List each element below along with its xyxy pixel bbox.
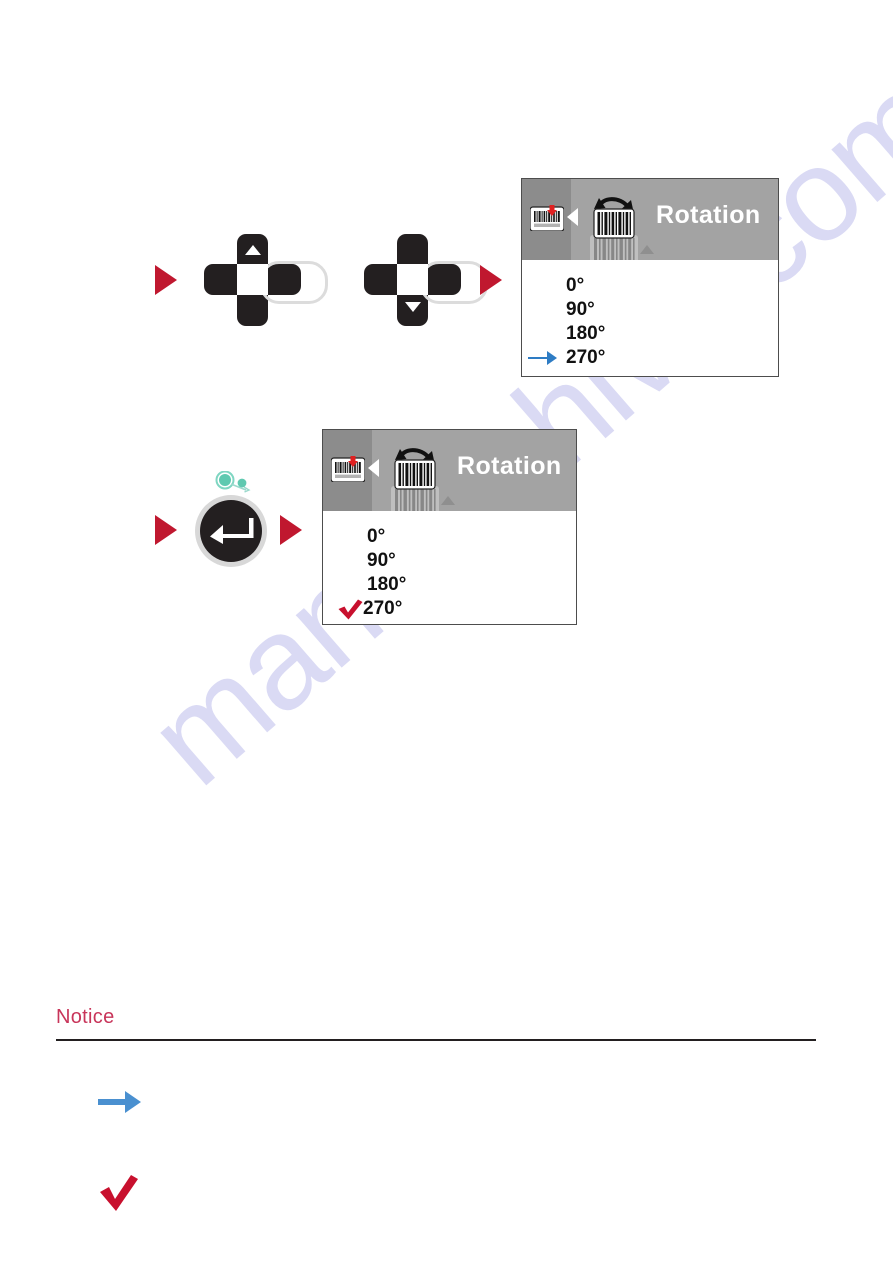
dpad-down[interactable] <box>364 234 488 326</box>
barcode-rotation-icon <box>387 446 443 496</box>
rotation-menu-screen-2: Rotation 0° 90° 180° 270° <box>322 429 577 625</box>
screen-header: Rotation <box>522 179 778 260</box>
barcode-marker-icon <box>330 456 366 483</box>
option-label: 270° <box>363 598 403 619</box>
notice-heading: Notice <box>56 1006 115 1028</box>
option-row-confirmed[interactable]: 270° <box>323 597 576 621</box>
option-label: 0° <box>566 275 585 296</box>
step-marker-1 <box>155 265 177 295</box>
barcode-marker-icon <box>529 205 565 232</box>
dpad-hub <box>237 264 268 295</box>
rotation-menu-screen-1: Rotation 0° 90° 180° 270° <box>521 178 779 377</box>
step-marker-2 <box>480 265 502 295</box>
blue-arrow-icon <box>526 346 560 370</box>
step-marker-3 <box>155 515 177 545</box>
step-marker-4 <box>280 515 302 545</box>
screen-title: Rotation <box>656 201 761 229</box>
option-label: 90° <box>566 299 595 320</box>
option-label: 90° <box>367 550 396 571</box>
dpad-halo <box>260 261 328 304</box>
caret-down-icon <box>441 496 455 505</box>
notice-divider <box>56 1039 816 1041</box>
option-row[interactable]: 180° <box>522 322 778 346</box>
option-label: 270° <box>566 347 606 368</box>
caret-down-icon <box>640 245 654 254</box>
option-row[interactable]: 180° <box>323 573 576 597</box>
screen-title: Rotation <box>457 452 562 480</box>
step-triangle-icon <box>480 265 502 295</box>
page-content: Rotation 0° 90° 180° 270° Rotation 0° 90… <box>0 0 893 1263</box>
caret-left-icon <box>567 208 578 226</box>
step-triangle-icon <box>155 265 177 295</box>
caret-left-icon <box>368 459 379 477</box>
step-triangle-icon <box>280 515 302 545</box>
option-label: 0° <box>367 526 386 547</box>
option-row[interactable]: 0° <box>323 525 576 549</box>
rotation-options-list: 0° 90° 180° 270° <box>323 511 576 621</box>
enter-button-control[interactable] <box>195 470 267 567</box>
dpad-down-control[interactable] <box>364 234 488 326</box>
enter-button[interactable] <box>195 495 267 567</box>
option-row-selected[interactable]: 270° <box>522 346 778 370</box>
arrow-up-icon <box>245 245 261 255</box>
rotation-options-list: 0° 90° 180° 270° <box>522 260 778 370</box>
barcode-rotation-icon <box>586 195 642 245</box>
step-triangle-icon <box>155 515 177 545</box>
screen-header: Rotation <box>323 430 576 511</box>
option-row[interactable]: 0° <box>522 274 778 298</box>
dpad-hub <box>397 264 428 295</box>
dpad-halo <box>420 261 488 304</box>
blue-arrow-icon <box>97 1085 143 1119</box>
option-row[interactable]: 90° <box>522 298 778 322</box>
arrow-down-icon <box>405 302 421 312</box>
enter-arrow-icon <box>209 517 254 545</box>
option-row[interactable]: 90° <box>323 549 576 573</box>
red-check-icon <box>98 1172 140 1214</box>
dpad-up[interactable] <box>204 234 328 326</box>
dpad-up-control[interactable] <box>204 234 328 326</box>
option-label: 180° <box>566 323 606 344</box>
teal-decoration-icon <box>213 470 259 495</box>
option-label: 180° <box>367 574 407 595</box>
